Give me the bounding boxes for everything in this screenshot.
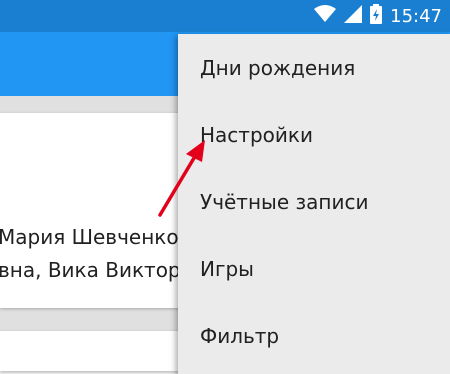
annotation-arrow bbox=[158, 140, 205, 217]
